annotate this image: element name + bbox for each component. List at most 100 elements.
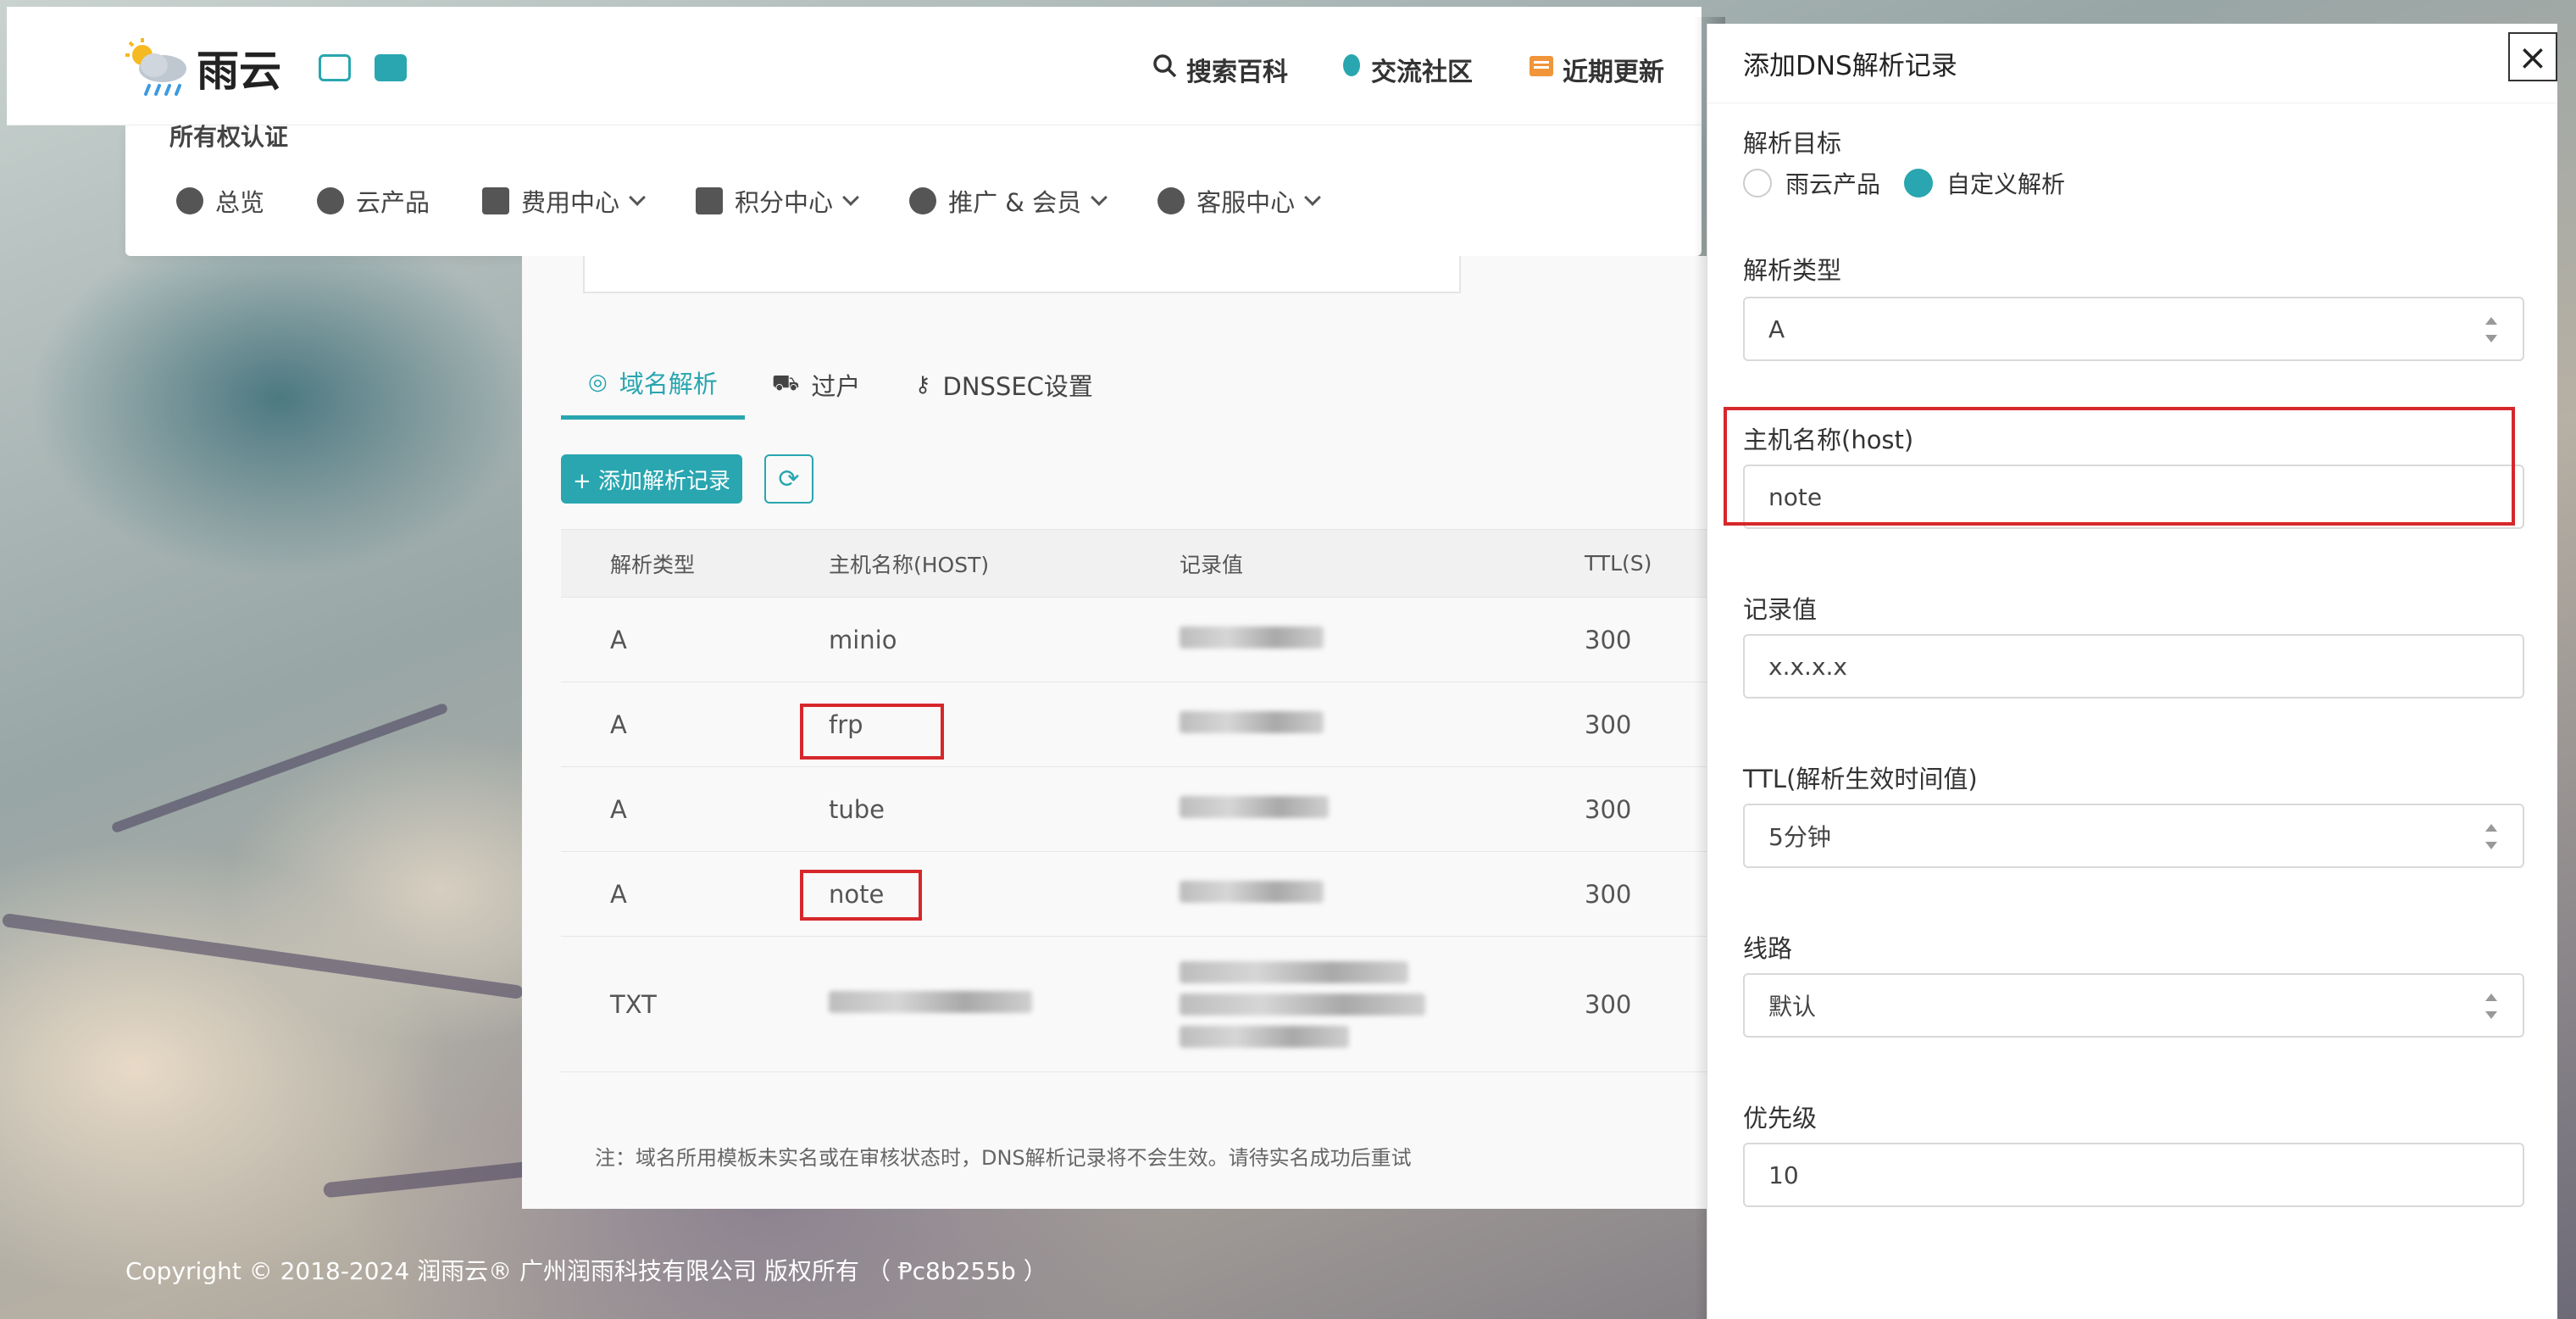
- users-icon: [909, 187, 937, 214]
- logo-text: 雨云: [197, 47, 281, 96]
- cell-host: minio: [829, 597, 1180, 682]
- subnav-item-billing[interactable]: 费用中心: [482, 183, 646, 219]
- radio-label: 自定义解析: [1946, 170, 2066, 198]
- info-box: [583, 256, 1461, 293]
- table-row[interactable]: TXT 300: [561, 936, 1708, 1072]
- subnav-item-points[interactable]: 积分中心: [696, 183, 859, 219]
- subnav-item-label: 费用中心: [521, 188, 620, 217]
- footer-copyright: Copyright © 2018-2024 润雨云® 广州润雨科技有限公司 版权…: [125, 1257, 1047, 1285]
- ownership-verify-link[interactable]: 所有权认证: [169, 119, 288, 153]
- ttl-label: TTL(解析生效时间值): [1743, 765, 1978, 793]
- nav-updates-label: 近期更新: [1563, 58, 1664, 87]
- radio-circle: [1743, 169, 1772, 198]
- line-select[interactable]: 默认: [1743, 973, 2524, 1038]
- record-label: 记录值: [1743, 595, 1818, 624]
- cell-host: tube: [829, 766, 1180, 852]
- chevron-down-icon: [1091, 189, 1108, 206]
- qq-icon: [1341, 53, 1363, 86]
- dns-notice: 注：域名所用模板未实名或在审核状态时，DNS解析记录将不会生效。请待实名成功后重…: [595, 1146, 1412, 1170]
- tab-transfer[interactable]: ⛟ 过户: [745, 365, 888, 420]
- record-value-input[interactable]: x.x.x.x: [1743, 634, 2524, 698]
- cell-value-blurred: [1180, 597, 1585, 682]
- cell-value-blurred: [1180, 936, 1585, 1072]
- line-label: 线路: [1743, 934, 1793, 963]
- close-icon: ×: [2518, 36, 2548, 78]
- tab-label: DNSSEC设置: [942, 371, 1093, 401]
- highlight-box-note: [800, 870, 922, 921]
- subnav-item-overview[interactable]: 总览: [176, 183, 264, 219]
- tab-label: 域名解析: [619, 370, 718, 398]
- subnav-item-label: 推广 & 会员: [948, 188, 1082, 217]
- dashboard-icon: [176, 187, 203, 214]
- cubes-icon: [317, 187, 345, 214]
- column-header: 解析类型: [561, 529, 829, 598]
- subnav-item-support[interactable]: 客服中心: [1158, 183, 1322, 219]
- dns-icon: ◎: [588, 370, 608, 395]
- add-dns-record-drawer: 添加DNS解析记录 × 解析目标 雨云产品 自定义解析 解析类型 A 主机名称(…: [1707, 24, 2557, 1319]
- add-record-button[interactable]: + 添加解析记录: [561, 454, 742, 504]
- sub-navbar: 总览 云产品 费用中心 积分中心 推广 & 会员 客服中心: [125, 125, 1702, 256]
- select-arrows-icon: [2485, 317, 2497, 342]
- money-icon: [482, 187, 510, 214]
- subnav-item-promotion[interactable]: 推广 & 会员: [909, 183, 1108, 219]
- key-icon: ⚷: [914, 371, 931, 398]
- cell-type: TXT: [561, 936, 829, 1072]
- priority-input[interactable]: 10: [1743, 1143, 2524, 1207]
- tab-dnssec[interactable]: ⚷ DNSSEC设置: [887, 365, 1119, 420]
- chevron-down-icon: [1304, 189, 1322, 206]
- type-select-value: A: [1768, 314, 1785, 343]
- tab-bar: ◎ 域名解析 ⛟ 过户 ⚷ DNSSEC设置: [561, 365, 1120, 420]
- main-panel: ◎ 域名解析 ⛟ 过户 ⚷ DNSSEC设置 + 添加解析记录 ⟳ 解析类型 主…: [522, 256, 1708, 1209]
- cell-ttl: 300: [1585, 597, 1708, 682]
- refresh-button[interactable]: ⟳: [764, 454, 813, 504]
- nav-community[interactable]: 交流社区: [1341, 51, 1473, 88]
- dns-records-table: 解析类型 主机名称(HOST) 记录值 TTL(S) A minio 300 A…: [561, 529, 1708, 1072]
- table-row[interactable]: A frp 300: [561, 682, 1708, 767]
- nav-search-wiki[interactable]: 搜索百科: [1152, 51, 1288, 88]
- cell-type: A: [561, 597, 829, 682]
- select-arrows-icon: [2485, 824, 2497, 849]
- image-icon[interactable]: [319, 54, 351, 81]
- nav-search-wiki-label: 搜索百科: [1186, 58, 1288, 87]
- top-header: 雨云 搜索百科 交流社区 近期更新: [7, 7, 1702, 125]
- drawer-title: 添加DNS解析记录: [1743, 51, 1957, 81]
- close-button[interactable]: ×: [2508, 32, 2557, 81]
- ttl-select-value: 5分钟: [1768, 823, 1831, 851]
- refresh-icon: ⟳: [778, 464, 800, 494]
- truck-icon: ⛟: [771, 370, 800, 396]
- radio-custom-dns[interactable]: 自定义解析: [1904, 166, 2065, 200]
- nav-updates[interactable]: 近期更新: [1529, 51, 1664, 88]
- cell-value-blurred: [1180, 682, 1585, 767]
- cell-type: A: [561, 682, 829, 767]
- radio-circle-selected: [1904, 169, 1933, 198]
- table-row[interactable]: A tube 300: [561, 766, 1708, 852]
- table-row[interactable]: A note 300: [561, 851, 1708, 937]
- logo-weather-icon: [125, 38, 193, 97]
- radio-label: 雨云产品: [1785, 170, 1881, 198]
- radio-yun-product[interactable]: 雨云产品: [1743, 166, 1880, 200]
- cell-ttl: 300: [1585, 851, 1708, 937]
- select-arrows-icon: [2485, 993, 2497, 1019]
- wallpaper-detail: [1, 912, 525, 1000]
- cell-ttl: 300: [1585, 936, 1708, 1072]
- table-header-row: 解析类型 主机名称(HOST) 记录值 TTL(S): [561, 529, 1708, 598]
- priority-input-value: 10: [1768, 1160, 1799, 1189]
- tab-dns[interactable]: ◎ 域名解析: [561, 365, 745, 420]
- chevron-down-icon: [629, 189, 646, 206]
- site-logo[interactable]: 雨云: [125, 37, 281, 98]
- ttl-select[interactable]: 5分钟: [1743, 804, 2524, 868]
- translate-icon[interactable]: [375, 54, 407, 81]
- subnav-item-cloud-products[interactable]: 云产品: [317, 183, 430, 219]
- record-value-text: x.x.x.x: [1768, 652, 1847, 681]
- type-select[interactable]: A: [1743, 297, 2524, 361]
- chevron-down-icon: [842, 189, 859, 206]
- cell-ttl: 300: [1585, 766, 1708, 852]
- line-select-value: 默认: [1768, 993, 1817, 1021]
- drawer-header: 添加DNS解析记录: [1707, 24, 2557, 103]
- search-icon: [1152, 53, 1178, 86]
- headset-icon: [1158, 187, 1185, 214]
- subnav-item-label: 客服中心: [1196, 188, 1296, 217]
- highlight-box-host-field: [1724, 407, 2515, 526]
- priority-label: 优先级: [1743, 1104, 1818, 1133]
- table-row[interactable]: A minio 300: [561, 597, 1708, 682]
